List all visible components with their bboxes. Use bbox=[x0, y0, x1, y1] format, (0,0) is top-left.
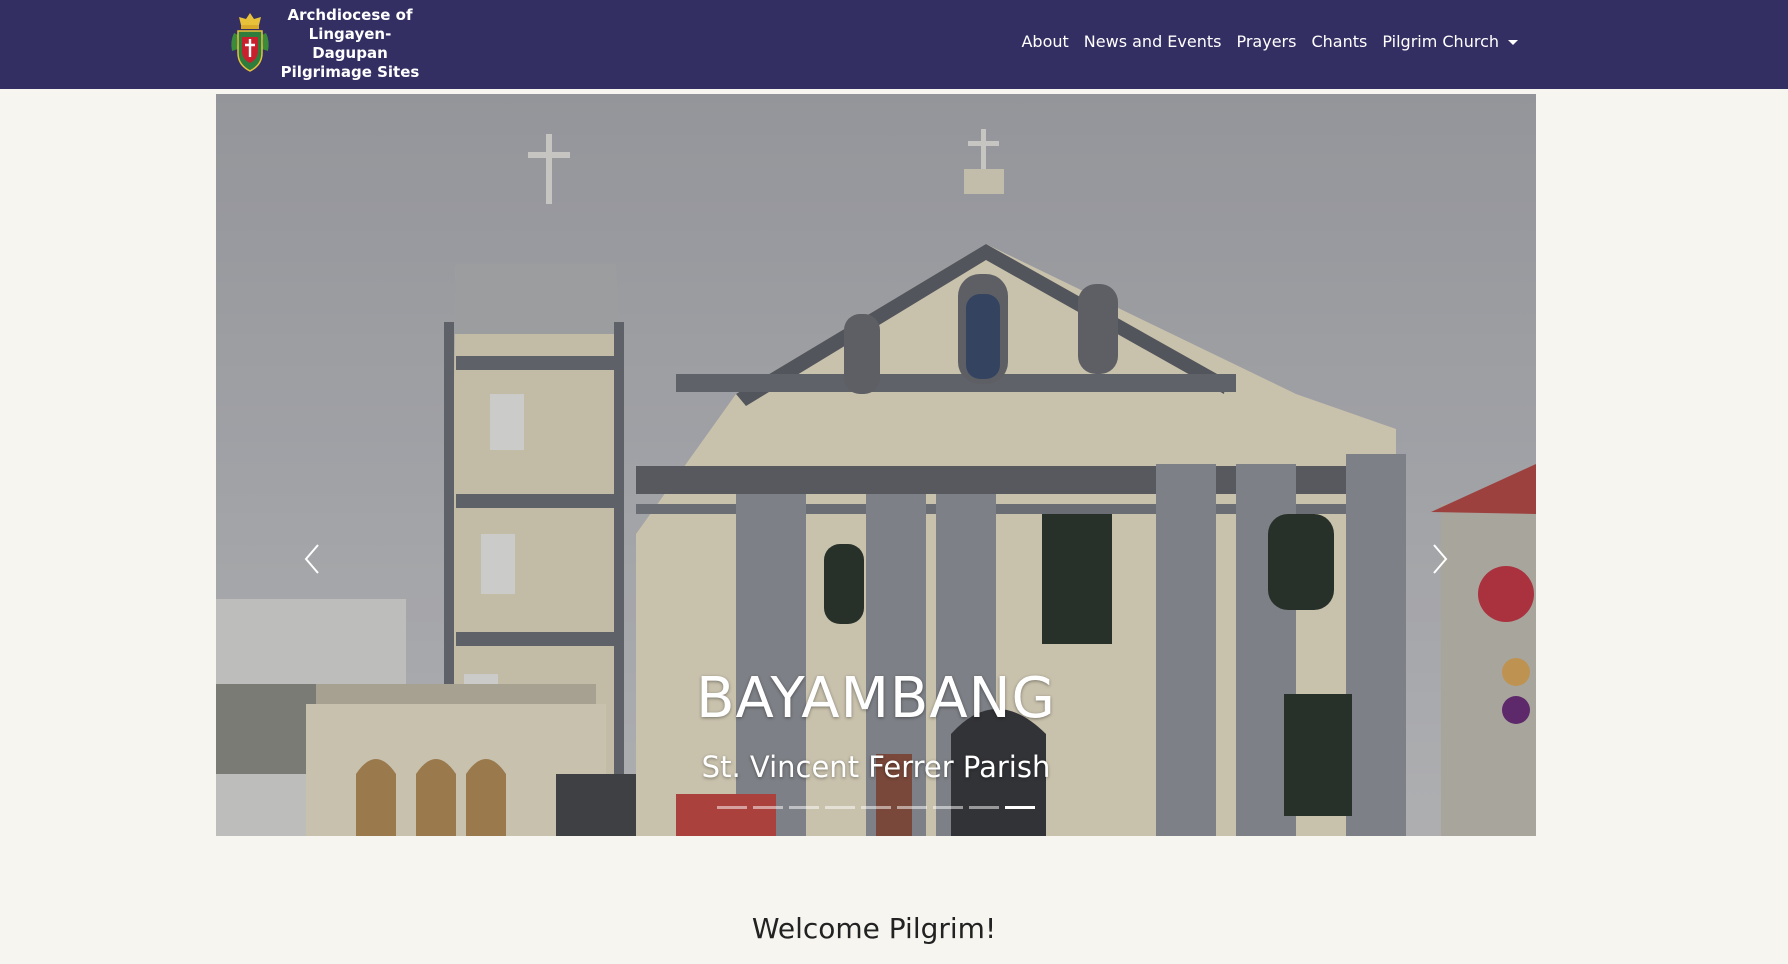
carousel-indicators bbox=[717, 806, 1035, 809]
nav-link-prayers[interactable]: Prayers bbox=[1236, 32, 1296, 51]
carousel-indicator[interactable] bbox=[861, 806, 891, 809]
brand-line-2: Lingayen-Dagupan bbox=[308, 25, 392, 62]
chevron-left-icon bbox=[304, 544, 319, 574]
carousel-indicator[interactable] bbox=[753, 806, 783, 809]
brand-home-link[interactable]: Archdiocese of Lingayen-Dagupan Pilgrima… bbox=[228, 6, 420, 82]
nav-link-about[interactable]: About bbox=[1021, 32, 1068, 51]
top-navbar: Archdiocese of Lingayen-Dagupan Pilgrima… bbox=[0, 0, 1788, 89]
nav-dropdown-label: Pilgrim Church bbox=[1382, 32, 1499, 51]
carousel-indicator[interactable] bbox=[789, 806, 819, 809]
brand-line-1: Archdiocese of bbox=[287, 6, 413, 24]
carousel-indicator[interactable] bbox=[969, 806, 999, 809]
chevron-right-icon bbox=[1433, 544, 1448, 574]
carousel-prev-button[interactable] bbox=[298, 539, 328, 579]
nav-dropdown-pilgrim-church[interactable]: Pilgrim Church bbox=[1382, 32, 1518, 51]
hero-carousel: BAYAMBANG St. Vincent Ferrer Parish bbox=[216, 94, 1536, 836]
carousel-indicator[interactable] bbox=[825, 806, 855, 809]
carousel-indicator[interactable] bbox=[1005, 806, 1035, 809]
main-nav: About News and Events Prayers Chants Pil… bbox=[1006, 32, 1518, 51]
archdiocese-crest-icon bbox=[231, 13, 269, 72]
brand-title: Archdiocese of Lingayen-Dagupan Pilgrima… bbox=[280, 6, 420, 82]
carousel-caption-subtitle: St. Vincent Ferrer Parish bbox=[701, 750, 1051, 784]
carousel-indicator[interactable] bbox=[933, 806, 963, 809]
carousel-indicator[interactable] bbox=[717, 806, 747, 809]
carousel-indicator[interactable] bbox=[897, 806, 927, 809]
welcome-heading: Welcome Pilgrim! bbox=[751, 912, 997, 945]
nav-link-chants[interactable]: Chants bbox=[1311, 32, 1367, 51]
carousel-caption-title: BAYAMBANG bbox=[696, 666, 1056, 731]
carousel-next-button[interactable] bbox=[1424, 539, 1454, 579]
brand-line-3: Pilgrimage Sites bbox=[280, 63, 420, 81]
nav-link-news-and-events[interactable]: News and Events bbox=[1084, 32, 1222, 51]
caret-down-icon bbox=[1508, 40, 1518, 45]
